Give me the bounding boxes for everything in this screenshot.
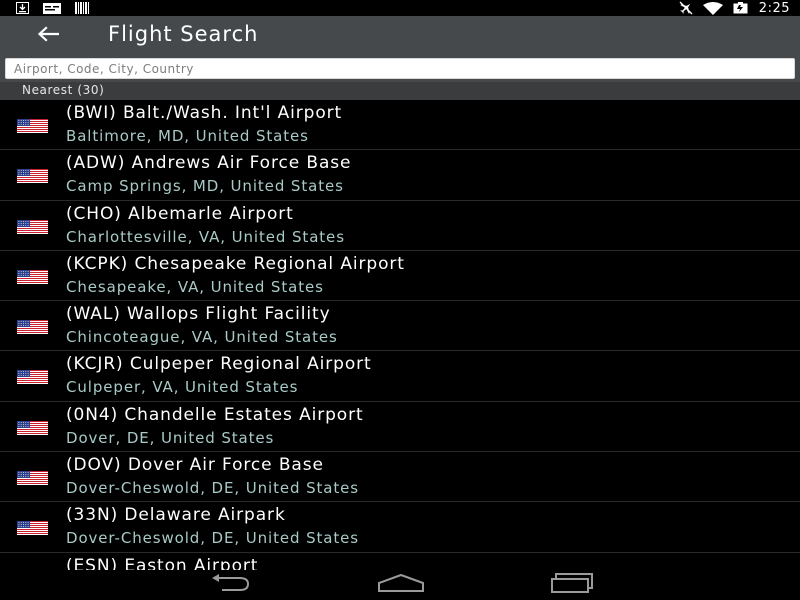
- list-item[interactable]: (33N) Delaware Airpark Dover-Cheswold, D…: [0, 502, 800, 553]
- airport-name: (ESN) Easton Airport: [66, 555, 259, 570]
- list-item[interactable]: (KCPK) Chesapeake Regional Airport Chesa…: [0, 251, 800, 302]
- airport-name: (WAL) Wallops Flight Facility: [66, 304, 331, 325]
- status-time: 2:25: [758, 0, 790, 16]
- airport-name: (0N4) Chandelle Estates Airport: [66, 404, 364, 425]
- status-bar-system: 2:25: [679, 0, 790, 16]
- status-bar-notifications: [16, 2, 89, 14]
- us-flag-icon: [17, 320, 48, 335]
- section-header: Nearest (30): [0, 82, 800, 100]
- us-flag-icon: [17, 119, 48, 133]
- page-title: Flight Search: [108, 22, 259, 46]
- list-item[interactable]: (KCJR) Culpeper Regional Airport Culpepe…: [0, 351, 800, 402]
- list-item[interactable]: (DOV) Dover Air Force Base Dover-Cheswol…: [0, 452, 800, 503]
- us-flag-icon: [17, 370, 48, 385]
- airport-list: (BWI) Balt./Wash. Int'l Airport Baltimor…: [0, 100, 800, 570]
- us-flag-icon: [17, 219, 48, 234]
- airport-location: Camp Springs, MD, United States: [66, 177, 344, 196]
- app-bar: Flight Search: [0, 16, 800, 56]
- message-icon: [43, 2, 61, 14]
- airport-name: (33N) Delaware Airpark: [66, 505, 286, 526]
- airport-name: (ADW) Andrews Air Force Base: [66, 153, 352, 174]
- airport-location: Dover-Cheswold, DE, United States: [66, 529, 359, 548]
- status-bar: 2:25: [0, 0, 800, 16]
- airport-location: Chesapeake, VA, United States: [66, 277, 324, 296]
- list-item[interactable]: (ESN) Easton Airport: [0, 553, 800, 570]
- airport-name: (CHO) Albemarle Airport: [66, 203, 294, 224]
- airplane-mode-icon: [679, 1, 693, 15]
- arrow-left-icon: [37, 26, 60, 46]
- us-flag-icon: [17, 471, 48, 486]
- barcode-icon: [75, 2, 89, 14]
- download-icon: [16, 2, 29, 14]
- airport-location: Baltimore, MD, United States: [66, 127, 309, 145]
- nav-home-button[interactable]: [376, 573, 426, 597]
- airport-location: Dover, DE, United States: [66, 428, 275, 447]
- airport-location: Dover-Cheswold, DE, United States: [66, 479, 359, 498]
- nav-back-button[interactable]: [207, 574, 253, 596]
- nav-recent-apps-button[interactable]: [549, 573, 595, 597]
- airport-location: Culpeper, VA, United States: [66, 378, 299, 397]
- list-item[interactable]: (WAL) Wallops Flight Facility Chincoteag…: [0, 301, 800, 352]
- nav-home-icon: [377, 573, 425, 597]
- list-item[interactable]: (CHO) Albemarle Airport Charlottesville,…: [0, 201, 800, 251]
- wifi-icon: [702, 1, 723, 15]
- us-flag-icon: [17, 269, 48, 284]
- airport-location: Chincoteague, VA, United States: [66, 328, 338, 347]
- us-flag-icon: [17, 420, 48, 435]
- us-flag-icon: [17, 169, 48, 184]
- system-nav-bar: [0, 570, 800, 600]
- nav-back-icon: [208, 574, 252, 596]
- airport-location: Charlottesville, VA, United States: [66, 227, 345, 246]
- list-item[interactable]: (ADW) Andrews Air Force Base Camp Spring…: [0, 150, 800, 201]
- airport-name: (KCPK) Chesapeake Regional Airport: [66, 253, 405, 274]
- airport-name: (DOV) Dover Air Force Base: [66, 455, 324, 476]
- airport-name: (KCJR) Culpeper Regional Airport: [66, 354, 372, 375]
- us-flag-icon: [17, 521, 48, 536]
- list-item[interactable]: (BWI) Balt./Wash. Int'l Airport Baltimor…: [0, 100, 800, 151]
- battery-icon: [733, 2, 749, 14]
- section-header-label: Nearest (30): [22, 83, 105, 97]
- back-button[interactable]: [28, 20, 68, 52]
- airport-name: (BWI) Balt./Wash. Int'l Airport: [66, 103, 343, 123]
- search-bar: [0, 56, 800, 82]
- search-input[interactable]: [5, 58, 795, 79]
- list-item[interactable]: (0N4) Chandelle Estates Airport Dover, D…: [0, 402, 800, 453]
- nav-recent-apps-icon: [550, 573, 594, 597]
